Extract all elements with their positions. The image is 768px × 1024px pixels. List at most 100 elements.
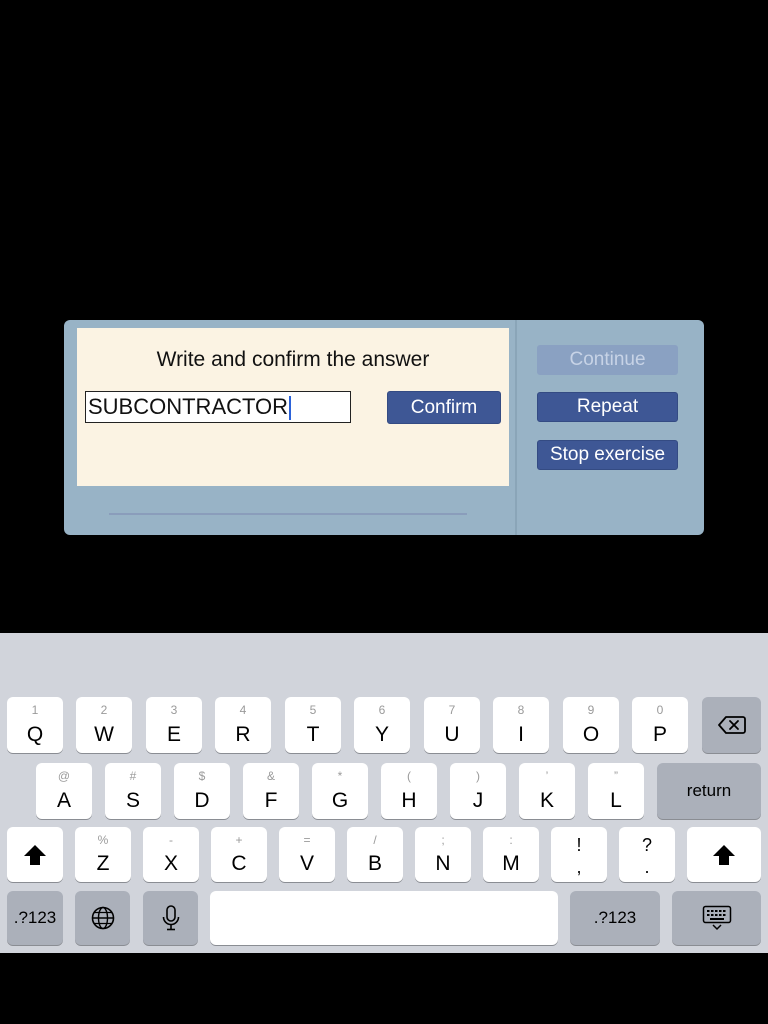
key-f[interactable]: & F <box>243 763 299 819</box>
space-bar[interactable] <box>210 891 558 945</box>
key-hint: : <box>509 833 513 847</box>
key-label: R <box>235 723 251 746</box>
key-label: C <box>231 852 247 875</box>
key-hint: * <box>337 769 343 783</box>
key-m[interactable]: :M <box>483 827 539 882</box>
key-n[interactable]: ; N <box>415 827 471 882</box>
key-question-period[interactable]: ?. <box>619 827 675 882</box>
numbers-key-right[interactable]: .?123 <box>570 891 660 945</box>
key-w[interactable]: 2W <box>76 697 132 753</box>
key-u[interactable]: 7U <box>424 697 480 753</box>
key-g[interactable]: * G <box>312 763 368 819</box>
key-v[interactable]: = V <box>279 827 335 882</box>
key-label: N <box>435 852 451 875</box>
keyboard-dismiss-icon <box>702 905 731 931</box>
stop-exercise-button[interactable]: Stop exercise <box>537 440 678 470</box>
bottom-bar <box>0 953 768 1024</box>
key-hint: 2 <box>100 703 108 717</box>
key-label: B <box>367 852 382 875</box>
key-s[interactable]: # S <box>105 763 161 819</box>
key-o[interactable]: 9O <box>563 697 619 753</box>
key-x[interactable]: -X <box>143 827 199 882</box>
instruction-text: Write and confirm the answer <box>156 348 430 371</box>
key-label: M <box>502 852 520 875</box>
key-label: Z <box>96 852 110 875</box>
answer-input[interactable]: SUBCONTRACTOR <box>85 391 351 423</box>
key-label: V <box>299 852 314 875</box>
confirm-button[interactable]: Confirm <box>387 391 501 424</box>
numbers-label: .?123 <box>13 908 57 927</box>
key-l[interactable]: ” L <box>588 763 644 819</box>
key-label: U <box>444 723 460 746</box>
key-label: S <box>125 789 140 812</box>
key-label: Q <box>26 723 44 746</box>
key-label: W <box>94 723 114 746</box>
continue-button[interactable]: Continue <box>537 345 678 375</box>
key-hint: ’ <box>545 769 549 783</box>
key-a[interactable]: @ A <box>36 763 92 819</box>
key-p[interactable]: 0P <box>632 697 688 753</box>
key-label: A <box>56 789 71 812</box>
numbers-key-left[interactable]: .?123 <box>7 891 63 945</box>
key-label: J <box>472 789 484 812</box>
progress-track <box>109 513 467 515</box>
key-label: L <box>610 789 622 812</box>
key-hint: 6 <box>378 703 386 717</box>
key-hint: 7 <box>448 703 456 717</box>
key-b[interactable]: / B <box>347 827 403 882</box>
shift-key-left[interactable] <box>7 827 63 882</box>
globe-key[interactable] <box>75 891 130 945</box>
key-label: I <box>518 723 524 746</box>
key-i[interactable]: 8I <box>493 697 549 753</box>
shift-key-right[interactable] <box>687 827 761 882</box>
key-hint: ) <box>476 769 480 783</box>
delete-key[interactable] <box>702 697 761 753</box>
key-z[interactable]: % Z <box>75 827 131 882</box>
key-y[interactable]: 6Y <box>354 697 410 753</box>
key-hint: & <box>266 769 275 783</box>
microphone-icon <box>162 905 179 931</box>
key-label: F <box>264 789 278 812</box>
key-label: , <box>576 857 582 877</box>
shift-icon <box>24 844 46 865</box>
return-key[interactable]: return <box>657 763 761 819</box>
key-c[interactable]: + C <box>211 827 267 882</box>
key-label: H <box>401 789 417 812</box>
globe-icon <box>91 906 114 930</box>
key-k[interactable]: ’ K <box>519 763 575 819</box>
exercise-panel: Write and confirm the answer SUBCONTRACT… <box>77 328 509 486</box>
key-hint: 5 <box>309 703 317 717</box>
key-hint: # <box>129 769 137 783</box>
repeat-button[interactable]: Repeat <box>537 392 678 422</box>
key-hint: 3 <box>170 703 178 717</box>
key-j[interactable]: ) J <box>450 763 506 819</box>
key-label: O <box>582 723 600 746</box>
key-hint: 4 <box>239 703 247 717</box>
key-label: ! <box>576 835 582 855</box>
key-label: P <box>652 723 667 746</box>
key-q[interactable]: 1Q <box>7 697 63 753</box>
dismiss-keyboard-key[interactable] <box>672 891 761 945</box>
key-exclamation-comma[interactable]: !, <box>551 827 607 882</box>
return-label: return <box>686 781 732 800</box>
key-label: E <box>166 723 181 746</box>
key-e[interactable]: 3E <box>146 697 202 753</box>
numbers-label: .?123 <box>593 908 637 927</box>
text-caret <box>289 396 292 421</box>
key-label: X <box>163 852 178 875</box>
key-label: ? <box>641 835 652 855</box>
key-d[interactable]: $ D <box>174 763 230 819</box>
dictation-key[interactable] <box>143 891 198 945</box>
key-t[interactable]: 5T <box>285 697 341 753</box>
key-hint: @ <box>57 769 71 783</box>
key-hint: 9 <box>587 703 595 717</box>
key-hint: 0 <box>656 703 664 717</box>
key-label: Y <box>374 723 389 746</box>
key-h[interactable]: (H <box>381 763 437 819</box>
key-hint: ( <box>407 769 411 783</box>
key-r[interactable]: 4R <box>215 697 271 753</box>
key-hint: 1 <box>31 703 39 717</box>
key-label: G <box>331 789 349 812</box>
key-label: T <box>306 723 320 746</box>
key-hint: $ <box>198 769 206 783</box>
